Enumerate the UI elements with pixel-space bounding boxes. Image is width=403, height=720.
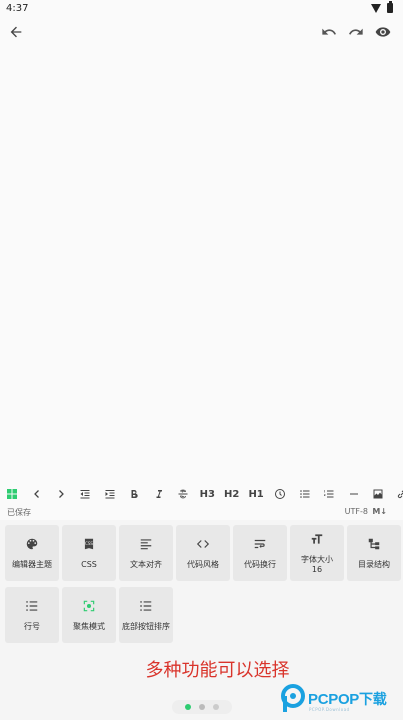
status-time: 4:37	[6, 3, 29, 14]
preview-button[interactable]	[372, 21, 394, 43]
h1-button[interactable]: H1	[244, 484, 268, 504]
markdown-mode-label[interactable]: M↓	[372, 507, 387, 516]
horizontal-rule-button[interactable]	[341, 484, 365, 504]
tile-css[interactable]: CSS CSS	[62, 525, 116, 581]
pcpop-watermark: PCPOP下载 PCPOP.Download	[281, 683, 403, 717]
indent-icon	[105, 490, 115, 499]
tree-icon	[366, 536, 382, 552]
format-toolbar: H3 H2 H1	[0, 484, 403, 504]
palette-dot-icon[interactable]	[185, 704, 191, 710]
h3-button[interactable]: H3	[195, 484, 219, 504]
tile-toc[interactable]: 目录结构	[347, 525, 401, 581]
unordered-list-button[interactable]	[293, 484, 317, 504]
code-icon	[195, 536, 211, 552]
tile-text-align[interactable]: 文本对齐	[119, 525, 173, 581]
document-icon[interactable]	[213, 704, 219, 710]
line-number-icon	[24, 598, 40, 614]
tile-label: 聚焦模式	[73, 622, 105, 631]
tile-line-number[interactable]: 行号	[5, 587, 59, 643]
ordered-list-button[interactable]	[317, 484, 341, 504]
tile-label: 字体大小 16	[301, 555, 333, 574]
italic-icon	[156, 490, 162, 498]
pencil-icon[interactable]	[199, 704, 205, 710]
tile-label: 文本对齐	[130, 560, 162, 569]
align-left-icon	[138, 536, 154, 552]
undo-icon	[322, 28, 336, 35]
tile-font-size[interactable]: 字体大小 16	[290, 525, 344, 581]
strikethrough-button[interactable]	[171, 484, 195, 504]
tile-label: 编辑器主题	[12, 560, 52, 569]
image-button[interactable]	[366, 484, 390, 504]
palette-icon	[24, 536, 40, 552]
sort-icon	[138, 598, 154, 614]
status-icons	[371, 1, 393, 13]
indent-button[interactable]	[98, 484, 122, 504]
horizontal-rule-icon	[349, 493, 358, 495]
image-icon	[373, 489, 383, 499]
encoding-label[interactable]: UTF-8	[345, 507, 368, 516]
tile-code-wrap[interactable]: 代码换行	[233, 525, 287, 581]
editor-area[interactable]	[0, 46, 403, 484]
h2-button[interactable]: H2	[220, 484, 244, 504]
watermark-subtitle: PCPOP.Download	[309, 707, 350, 712]
pcpop-logo-icon	[281, 684, 305, 712]
redo-button[interactable]	[345, 21, 367, 43]
tile-code-style[interactable]: 代码风格	[176, 525, 230, 581]
tile-label: 代码风格	[187, 560, 219, 569]
font-size-icon	[309, 531, 325, 547]
cursor-right-button[interactable]	[49, 484, 73, 504]
top-toolbar	[0, 18, 403, 46]
tile-focus-mode[interactable]: 聚焦模式	[62, 587, 116, 643]
bold-button[interactable]	[122, 484, 146, 504]
promo-caption: 多种功能可以选择	[145, 660, 290, 681]
undo-button[interactable]	[318, 21, 340, 43]
css-icon: CSS	[81, 536, 97, 552]
battery-icon	[387, 1, 393, 13]
grid-icon	[7, 489, 18, 499]
link-button[interactable]	[390, 484, 403, 504]
tile-editor-theme[interactable]: 编辑器主题	[5, 525, 59, 581]
outdent-icon	[80, 490, 90, 499]
wrap-icon	[252, 536, 268, 552]
panel-toggle-button[interactable]	[0, 484, 24, 504]
focus-icon	[81, 598, 97, 614]
link-icon	[398, 490, 403, 499]
tile-label: 底部按钮排序	[122, 622, 170, 631]
time-button[interactable]	[268, 484, 292, 504]
wifi-icon	[371, 3, 381, 13]
bullet-list-icon	[300, 490, 310, 498]
tile-bottom-button-sort[interactable]: 底部按钮排序	[119, 587, 173, 643]
clock-icon	[275, 489, 286, 499]
chevron-right-icon	[59, 490, 64, 498]
back-icon	[10, 26, 22, 38]
italic-button[interactable]	[146, 484, 170, 504]
redo-icon	[349, 28, 363, 35]
bold-icon	[131, 490, 138, 499]
cursor-left-button[interactable]	[24, 484, 48, 504]
tile-label: 行号	[24, 622, 40, 631]
back-button[interactable]	[5, 21, 27, 43]
svg-text:CSS: CSS	[85, 541, 93, 546]
chevron-left-icon	[33, 490, 39, 498]
save-status: 已保存	[7, 508, 31, 517]
tile-label: 目录结构	[358, 560, 390, 569]
eye-icon	[375, 27, 391, 37]
tile-label: CSS	[81, 560, 97, 569]
bottom-nav-pill	[172, 700, 232, 714]
status-bar: 4:37	[0, 0, 403, 18]
strikethrough-icon	[178, 489, 188, 499]
status-info-bar: 已保存 UTF-8 M↓	[0, 505, 403, 519]
tile-label: 代码换行	[244, 560, 276, 569]
numbered-list-icon	[324, 490, 334, 498]
watermark-brand: PCPOP下载	[308, 691, 387, 708]
outdent-button[interactable]	[73, 484, 97, 504]
